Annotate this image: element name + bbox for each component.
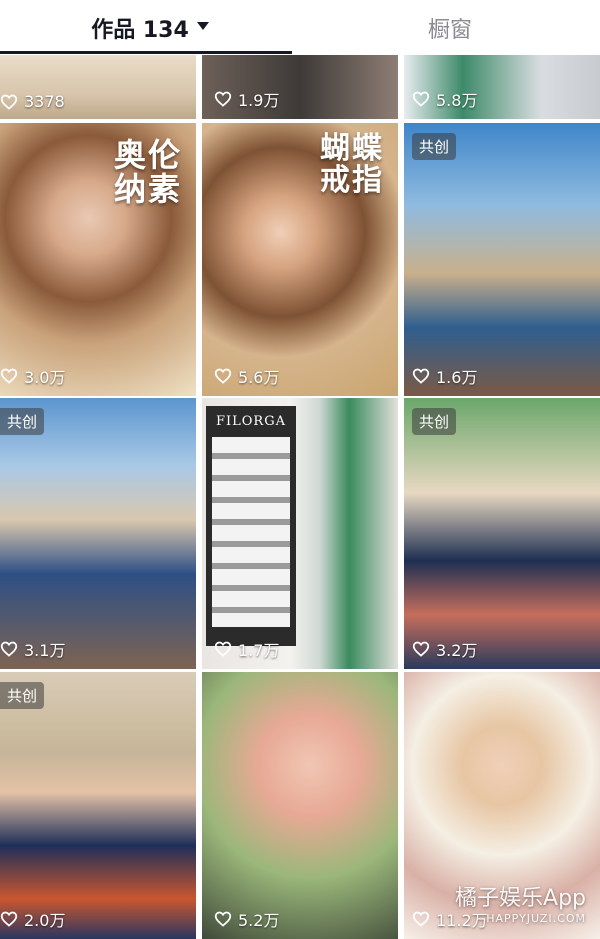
like-count: 5.6万 (214, 364, 279, 388)
active-tab-indicator (0, 51, 292, 54)
video-grid: 3378 1.9万 5.8万 奥伦 纳素 3.0万 蝴蝶 戒指 5.6万 共创 … (0, 55, 600, 939)
co-creation-badge: 共创 (0, 682, 45, 709)
video-thumbnail[interactable]: 奥伦 纳素 3.0万 (0, 123, 196, 396)
like-count: 1.6万 (412, 364, 477, 388)
video-thumbnail[interactable]: 蝴蝶 戒指 5.6万 (202, 123, 398, 396)
profile-tab-bar: 作品 134 橱窗 (0, 0, 600, 55)
watermark-url: HAPPYJUZI.COM (486, 912, 586, 925)
heart-icon (0, 641, 18, 657)
video-overlay-title: 奥伦 纳素 (113, 136, 182, 208)
heart-icon (412, 368, 430, 384)
heart-icon (412, 91, 430, 107)
video-thumbnail[interactable]: 共创 1.6万 (404, 123, 600, 396)
like-count: 3.1万 (0, 637, 65, 661)
tab-works-label: 作品 134 (91, 17, 189, 43)
store-display-shelf: FILORGA (206, 406, 296, 646)
video-overlay-title: 蝴蝶 戒指 (320, 131, 384, 198)
caret-down-icon[interactable] (196, 21, 209, 30)
video-thumbnail[interactable]: 3378 (0, 55, 196, 119)
video-thumbnail[interactable]: 共创 3.1万 (0, 398, 196, 669)
video-thumbnail[interactable]: 1.9万 (202, 55, 398, 119)
like-count: 5.2万 (214, 907, 279, 931)
heart-icon (412, 911, 430, 927)
video-thumbnail[interactable]: FILORGA 1.7万 (202, 398, 398, 669)
co-creation-badge: 共创 (0, 408, 45, 435)
heart-icon (412, 641, 430, 657)
tab-window[interactable]: 橱窗 (300, 0, 600, 55)
watermark-brand: 橘子娱乐App (455, 886, 586, 911)
heart-icon (214, 368, 232, 384)
tab-works[interactable]: 作品 134 (0, 0, 300, 55)
co-creation-badge: 共创 (412, 408, 457, 435)
like-count: 1.9万 (214, 87, 279, 111)
watermark: 橘子娱乐App HAPPYJUZI.COM (455, 880, 586, 925)
heart-icon (0, 911, 18, 927)
heart-icon (0, 94, 18, 110)
heart-icon (214, 91, 232, 107)
heart-icon (0, 368, 18, 384)
brand-sign: FILORGA (215, 414, 286, 429)
like-count: 3378 (0, 92, 65, 111)
like-count: 2.0万 (0, 907, 65, 931)
tab-window-label: 橱窗 (427, 17, 472, 43)
like-count: 3.2万 (412, 637, 477, 661)
video-thumbnail[interactable]: 5.2万 (202, 672, 398, 939)
heart-icon (214, 641, 232, 657)
like-count: 3.0万 (0, 364, 65, 388)
heart-icon (214, 911, 232, 927)
video-thumbnail[interactable]: 共创 2.0万 (0, 672, 196, 939)
video-thumbnail[interactable]: 共创 3.2万 (404, 398, 600, 669)
co-creation-badge: 共创 (412, 133, 457, 160)
like-count: 1.7万 (214, 637, 279, 661)
video-thumbnail[interactable]: 5.8万 (404, 55, 600, 119)
like-count: 5.8万 (412, 87, 477, 111)
